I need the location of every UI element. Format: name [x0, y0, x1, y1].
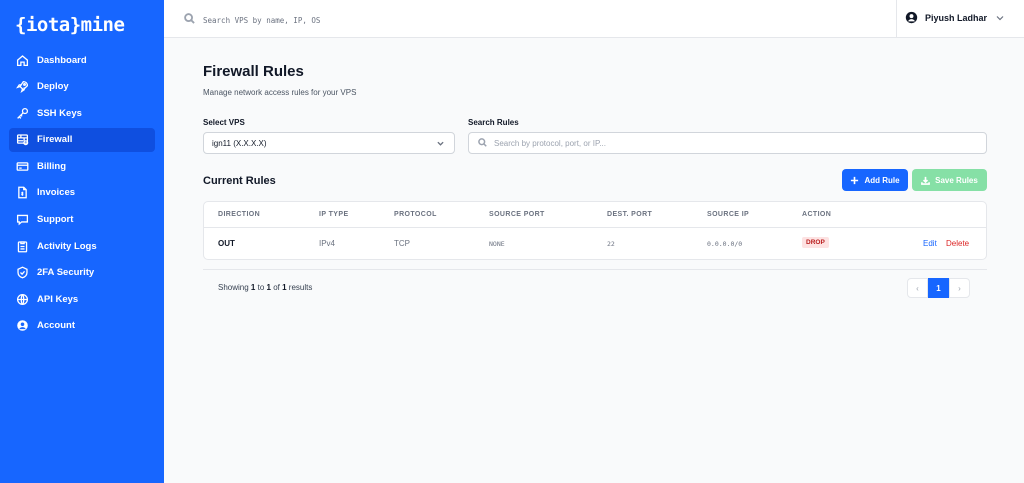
page-subtitle: Manage network access rules for your VPS [203, 88, 357, 97]
table-row: OUT IPv4 TCP NONE 22 0.0.0.0/0 DROP Edit… [204, 228, 986, 259]
chat-icon [15, 213, 29, 227]
cell-source-port: NONE [489, 240, 505, 248]
sidebar-nav: Dashboard Deploy SSH Keys Firewall Billi… [9, 48, 155, 341]
sidebar-item-label: Dashboard [37, 54, 87, 66]
edit-rule-link[interactable]: Edit [923, 239, 937, 248]
vps-select-value: ign11 (X.X.X.X) [212, 138, 267, 148]
credit-card-icon [15, 159, 29, 173]
results-summary: Showing 1 to 1 of 1 results [218, 283, 312, 292]
sidebar-item-dashboard[interactable]: Dashboard [9, 48, 155, 72]
rocket-icon [15, 80, 29, 94]
column-header: DEST. PORT [607, 211, 653, 218]
plus-icon [851, 176, 859, 184]
sidebar-item-label: Activity Logs [37, 240, 97, 252]
topbar-divider [896, 0, 897, 38]
next-page-button[interactable]: › [949, 278, 970, 298]
download-icon [921, 176, 931, 185]
save-rules-label: Save Rules [935, 175, 978, 185]
sidebar-item-billing[interactable]: Billing [9, 154, 155, 178]
chevron-down-icon [437, 141, 444, 146]
showing-to-word: to [257, 283, 265, 292]
add-rule-label: Add Rule [864, 175, 900, 185]
sidebar-item-2fa-security[interactable]: 2FA Security [9, 261, 155, 285]
save-rules-button[interactable]: Save Rules [912, 169, 987, 191]
cell-source-ip: 0.0.0.0/0 [707, 240, 743, 248]
sidebar-item-label: Account [37, 320, 75, 332]
page-button-current[interactable]: 1 [928, 278, 949, 298]
column-header: SOURCE IP [707, 211, 750, 218]
add-rule-button[interactable]: Add Rule [842, 169, 908, 191]
table-header: DIRECTION IP TYPE PROTOCOL SOURCE PORT D… [204, 202, 986, 228]
sidebar-item-label: 2FA Security [37, 267, 95, 279]
column-header: ACTION [802, 211, 832, 218]
showing-from: 1 [250, 283, 256, 292]
sidebar-item-firewall[interactable]: Firewall [9, 127, 155, 152]
brand-logo[interactable]: {iota}mine [15, 14, 125, 36]
cell-dest-port: 22 [607, 240, 615, 248]
shield-icon [15, 266, 29, 280]
vps-select[interactable]: ign11 (X.X.X.X) [203, 132, 455, 154]
clipboard-icon [15, 239, 29, 253]
sidebar-item-label: SSH Keys [37, 107, 82, 119]
sidebar-item-account[interactable]: Account [9, 314, 155, 338]
search-icon [478, 134, 487, 152]
action-badge: DROP [802, 237, 829, 248]
search-rules-input[interactable] [494, 138, 894, 148]
page-title: Firewall Rules [203, 63, 304, 80]
column-header: PROTOCOL [394, 211, 437, 218]
search-icon [184, 11, 195, 29]
divider [203, 269, 987, 270]
top-bar: Piyush Ladhar [164, 0, 1024, 38]
pagination: ‹ 1 › [907, 278, 970, 298]
sidebar-item-label: Invoices [37, 187, 76, 199]
showing-total: 1 [282, 283, 287, 292]
sidebar-item-label: Deploy [37, 81, 69, 93]
global-search [184, 11, 503, 29]
rules-table: DIRECTION IP TYPE PROTOCOL SOURCE PORT D… [203, 201, 987, 260]
cell-protocol: TCP [394, 239, 410, 248]
column-header: SOURCE PORT [489, 211, 545, 218]
user-avatar-icon [905, 11, 918, 24]
sidebar-item-support[interactable]: Support [9, 208, 155, 232]
home-icon [15, 53, 29, 67]
search-rules-field [468, 132, 987, 154]
column-header: IP TYPE [319, 211, 349, 218]
delete-rule-link[interactable]: Delete [946, 239, 969, 248]
sidebar-item-invoices[interactable]: Invoices [9, 181, 155, 205]
sidebar-item-label: Billing [37, 160, 67, 172]
sidebar-item-label: Support [37, 214, 74, 226]
cell-ip-type: IPv4 [319, 239, 336, 248]
key-icon [15, 106, 29, 120]
showing-of-word: of [273, 283, 280, 292]
showing-to: 1 [266, 283, 271, 292]
sidebar: {iota}mine Dashboard Deploy SSH Keys Fir… [0, 0, 164, 483]
global-search-input[interactable] [203, 15, 503, 25]
column-header: DIRECTION [218, 211, 261, 218]
user-name: Piyush Ladhar [924, 12, 987, 23]
sidebar-item-activity-logs[interactable]: Activity Logs [9, 234, 155, 258]
showing-prefix: Showing [218, 283, 249, 292]
user-circle-icon [15, 319, 29, 333]
sidebar-item-deploy[interactable]: Deploy [9, 75, 155, 99]
sidebar-item-api-keys[interactable]: API Keys [9, 287, 155, 311]
document-icon [15, 186, 29, 200]
prev-page-button[interactable]: ‹ [907, 278, 928, 298]
globe-icon [15, 292, 29, 306]
firewall-icon [15, 133, 29, 147]
sidebar-item-ssh-keys[interactable]: SSH Keys [9, 101, 155, 125]
search-rules-label: Search Rules [468, 118, 519, 127]
showing-suffix: results [288, 283, 313, 292]
chevron-down-icon [996, 15, 1004, 20]
vps-select-label: Select VPS [203, 118, 245, 127]
user-menu[interactable]: Piyush Ladhar [905, 11, 1004, 24]
current-rules-title: Current Rules [203, 175, 276, 187]
sidebar-item-label: API Keys [37, 293, 79, 305]
sidebar-item-label: Firewall [37, 134, 73, 146]
cell-direction: OUT [218, 239, 235, 248]
